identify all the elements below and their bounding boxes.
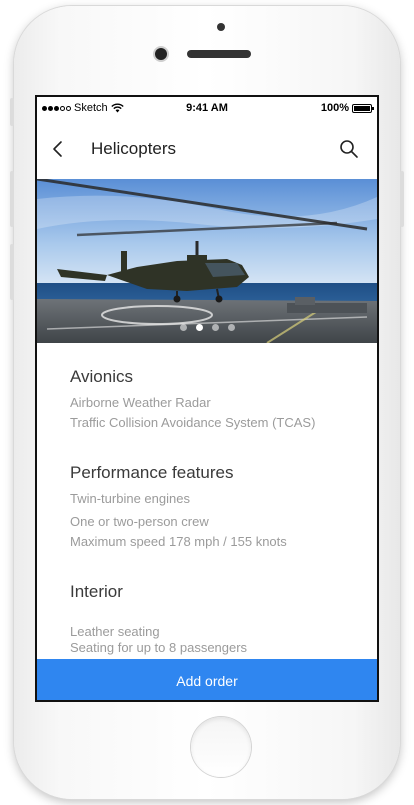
battery-percentage: 100% — [320, 102, 349, 114]
home-button — [191, 717, 251, 777]
hero-carousel[interactable] — [37, 179, 377, 343]
battery-icon — [352, 103, 374, 113]
carousel-dot[interactable] — [211, 324, 219, 331]
section-avionics: Avionics Airborne Weather Radar Traffic … — [70, 367, 360, 433]
feature-list: Avionics Airborne Weather Radar Traffic … — [70, 367, 360, 656]
earpiece-speaker — [187, 50, 251, 58]
feature-item: Airborne Weather Radar — [70, 395, 211, 410]
feature-item: Maximum speed 178 mph / 155 knots — [70, 534, 287, 549]
carousel-page-indicator[interactable] — [37, 324, 377, 331]
volume-up-button — [10, 171, 14, 227]
feature-item: Leather seating — [70, 624, 160, 639]
section-title: Avionics — [70, 367, 133, 386]
chevron-left-icon[interactable] — [49, 137, 69, 161]
section-title: Performance features — [70, 463, 234, 482]
status-battery-group: 100% — [320, 102, 374, 114]
power-button — [400, 171, 404, 227]
add-order-button[interactable]: Add order — [37, 659, 377, 700]
volume-down-button — [10, 244, 14, 300]
helicopter-image — [37, 179, 377, 343]
app-screen: Sketch 9:41 AM 100% Helicopters Avionics… — [35, 95, 379, 702]
feature-item: Traffic Collision Avoidance System (TCAS… — [70, 415, 316, 430]
section-interior: Interior Leather seating Seating for up … — [70, 582, 360, 656]
front-sensor — [217, 23, 225, 31]
mute-switch — [10, 98, 14, 126]
feature-item: One or two-person crew — [70, 514, 209, 529]
search-icon[interactable] — [339, 139, 359, 159]
front-camera — [155, 48, 167, 60]
feature-item: Twin-turbine engines — [70, 491, 190, 506]
page-title: Helicopters — [91, 139, 177, 158]
carousel-dot[interactable] — [227, 324, 235, 331]
carousel-dot-active[interactable] — [195, 324, 203, 331]
section-performance: Performance features Twin-turbine engine… — [70, 463, 360, 552]
nav-bar: Helicopters — [37, 119, 377, 179]
carousel-dot[interactable] — [179, 324, 187, 331]
feature-item: Seating for up to 8 passengers — [70, 640, 248, 655]
section-title: Interior — [70, 582, 123, 601]
status-bar: Sketch 9:41 AM 100% — [37, 97, 377, 119]
